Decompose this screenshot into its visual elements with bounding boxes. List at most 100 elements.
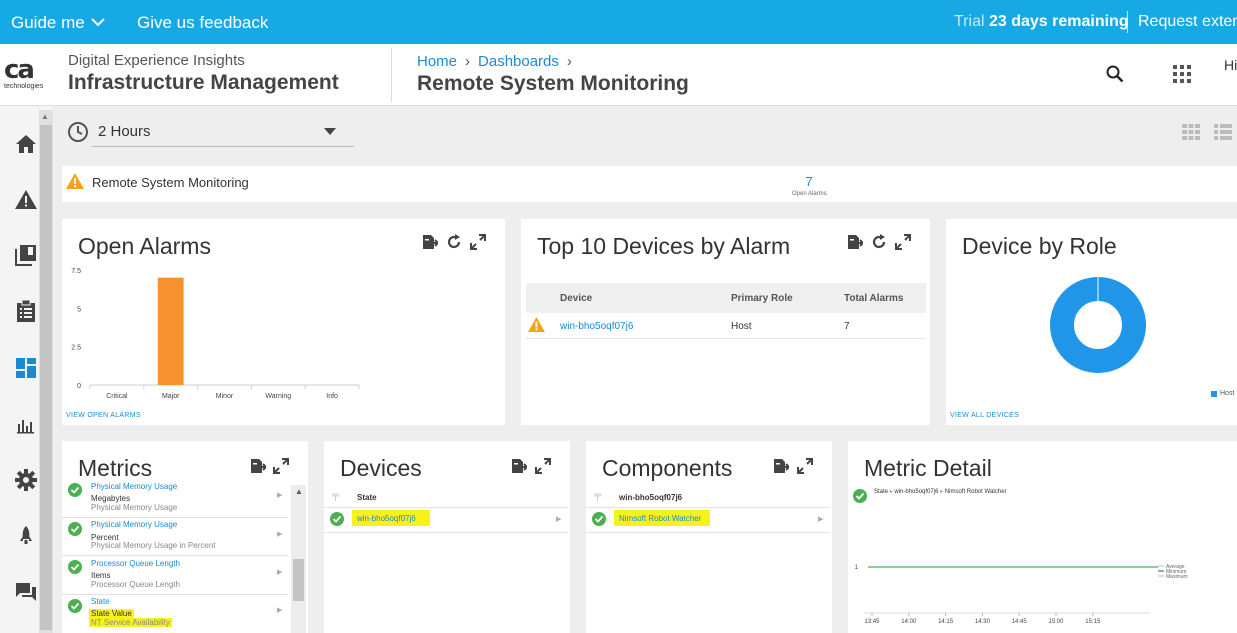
- expand-icon[interactable]: [273, 458, 289, 474]
- breadcrumb-home[interactable]: Home: [417, 53, 457, 70]
- time-range-select[interactable]: 2 Hours: [98, 123, 151, 140]
- x-tick-label: Warning: [265, 393, 291, 400]
- rocket-launch-icon[interactable]: [14, 524, 38, 548]
- components-card: Components ╤ win-bho5oqf07j6 Nimsoft Rob…: [586, 441, 832, 633]
- reports-clipboard-icon[interactable]: [14, 299, 38, 323]
- device-role-donut-chart: [1050, 277, 1146, 373]
- table-row[interactable]: win-bho5oqf07j6 Host 7: [526, 313, 926, 339]
- sort-icon[interactable]: ╤: [594, 490, 601, 501]
- card-title: Metrics: [78, 455, 153, 481]
- metric-unit: Items: [91, 571, 111, 580]
- chat-support-icon[interactable]: [14, 580, 38, 604]
- ca-logo[interactable]: ca technologies: [4, 57, 46, 95]
- status-ok-icon: [68, 599, 82, 613]
- breadcrumb: Home › Dashboards ›: [417, 53, 580, 70]
- export-icon[interactable]: [511, 458, 527, 474]
- sort-icon[interactable]: ╤: [332, 490, 339, 501]
- bar-major[interactable]: [157, 277, 184, 385]
- primary-role: Host: [731, 321, 752, 332]
- device-link[interactable]: win-bho5oqf07j6: [560, 321, 633, 332]
- x-tick-label: 14:30: [975, 619, 991, 625]
- breadcrumb-dashboards[interactable]: Dashboards: [478, 53, 559, 70]
- x-tick-label: 15:15: [1085, 619, 1101, 625]
- group-name[interactable]: Remote System Monitoring: [92, 175, 249, 190]
- open-alarms-count-label: Open Alarms: [792, 191, 827, 197]
- divider: [586, 507, 830, 508]
- grid-view-icon[interactable]: [1182, 124, 1200, 140]
- top-devices-card: Top 10 Devices by Alarm Device Primary R…: [521, 219, 930, 425]
- divider: [62, 517, 288, 518]
- list-view-icon[interactable]: [1214, 124, 1232, 140]
- column-state[interactable]: State: [357, 493, 377, 502]
- settings-gear-icon[interactable]: [14, 468, 38, 492]
- y-tick-label: 1: [855, 565, 859, 571]
- y-tick-label: 5: [77, 306, 81, 313]
- divider: [62, 555, 288, 556]
- expand-icon[interactable]: [895, 234, 911, 250]
- x-tick-label: 13:45: [864, 619, 880, 625]
- expand-icon[interactable]: [797, 458, 813, 474]
- scroll-up-icon[interactable]: ▲: [295, 487, 303, 496]
- clock-icon: [68, 122, 88, 142]
- search-icon[interactable]: [1105, 64, 1125, 84]
- warning-icon: [528, 317, 545, 332]
- guide-me-button[interactable]: Guide me: [11, 13, 85, 33]
- chevron-right-icon: ▶: [277, 531, 283, 538]
- metric-detail-line-chart: 113:45 14:00 14:15 14:30 14:45 15:00 15:15Aver…: [855, 564, 1188, 625]
- inventory-library-icon[interactable]: [14, 243, 38, 267]
- sidebar-scrollbar-thumb[interactable]: [40, 125, 52, 630]
- x-tick-label: 14:00: [901, 619, 917, 625]
- status-ok-icon: [592, 512, 606, 526]
- dropdown-caret-icon[interactable]: [324, 128, 336, 136]
- device-name[interactable]: win-bho5oqf07j6: [352, 510, 430, 526]
- status-ok-icon: [68, 483, 82, 497]
- give-feedback-link[interactable]: Give us feedback: [137, 13, 268, 33]
- view-open-alarms-link[interactable]: VIEW OPEN ALARMS: [66, 412, 141, 419]
- refresh-icon[interactable]: [871, 234, 887, 250]
- metric-name: State: [91, 597, 110, 606]
- metric-name: Physical Memory Usage: [91, 520, 178, 529]
- column-device[interactable]: Device: [560, 293, 592, 304]
- metric-unit: State Value: [89, 609, 134, 618]
- alarm-warning-icon[interactable]: [14, 188, 38, 212]
- export-icon[interactable]: [250, 458, 266, 474]
- view-all-devices-link[interactable]: VIEW ALL DEVICES: [950, 412, 1019, 419]
- legend-host[interactable]: Host: [1220, 390, 1234, 397]
- export-icon[interactable]: [847, 234, 863, 250]
- component-name[interactable]: Nimsoft Robot Watcher: [614, 510, 710, 526]
- column-total-alarms[interactable]: Total Alarms: [844, 293, 903, 304]
- expand-icon[interactable]: [535, 458, 551, 474]
- user-menu[interactable]: Hi: [1224, 57, 1237, 73]
- trial-label: Trial: [954, 13, 985, 30]
- open-alarms-card: Open Alarms 0 2.5 5 7.5 Critical Major Minor Wa…: [62, 219, 505, 425]
- scroll-up-icon[interactable]: ▲: [41, 112, 49, 121]
- metric-detail-card: Metric Detail State ▸ win-bho5oqf07j6 ▸ …: [848, 441, 1237, 633]
- dashboards-icon[interactable]: [14, 356, 38, 380]
- request-extension-link[interactable]: Request extension: [1138, 13, 1237, 31]
- column-primary-role[interactable]: Primary Role: [731, 293, 793, 304]
- open-alarms-count[interactable]: 7: [805, 174, 813, 189]
- metrics-scrollbar-thumb[interactable]: [293, 559, 304, 601]
- metric-name: Physical Memory Usage: [91, 482, 178, 491]
- chevron-right-icon: ▶: [277, 569, 283, 576]
- card-title: Devices: [340, 455, 422, 481]
- apps-grid-icon[interactable]: [1172, 64, 1192, 84]
- divider: [324, 532, 568, 533]
- divider: [586, 532, 830, 533]
- home-icon[interactable]: [14, 132, 38, 156]
- metric-description: Physical Memory Usage: [91, 503, 178, 512]
- legend-maximum[interactable]: Maximum: [1166, 574, 1188, 580]
- x-tick-label: 14:15: [938, 619, 954, 625]
- divider: [324, 507, 568, 508]
- top-bar: Guide me Give us feedback Trial 23 days …: [0, 0, 1237, 44]
- analytics-chart-icon[interactable]: [14, 412, 38, 436]
- export-icon[interactable]: [773, 458, 789, 474]
- chevron-right-icon: ▶: [556, 516, 562, 523]
- card-title: Device by Role: [962, 233, 1117, 259]
- x-tick-label: Minor: [216, 393, 234, 400]
- column-device[interactable]: win-bho5oqf07j6: [619, 493, 682, 502]
- chevron-down-icon[interactable]: [90, 16, 106, 28]
- x-tick-label: Info: [326, 393, 338, 400]
- total-alarms: 7: [844, 321, 850, 332]
- metric-unit: Megabytes: [91, 494, 131, 503]
